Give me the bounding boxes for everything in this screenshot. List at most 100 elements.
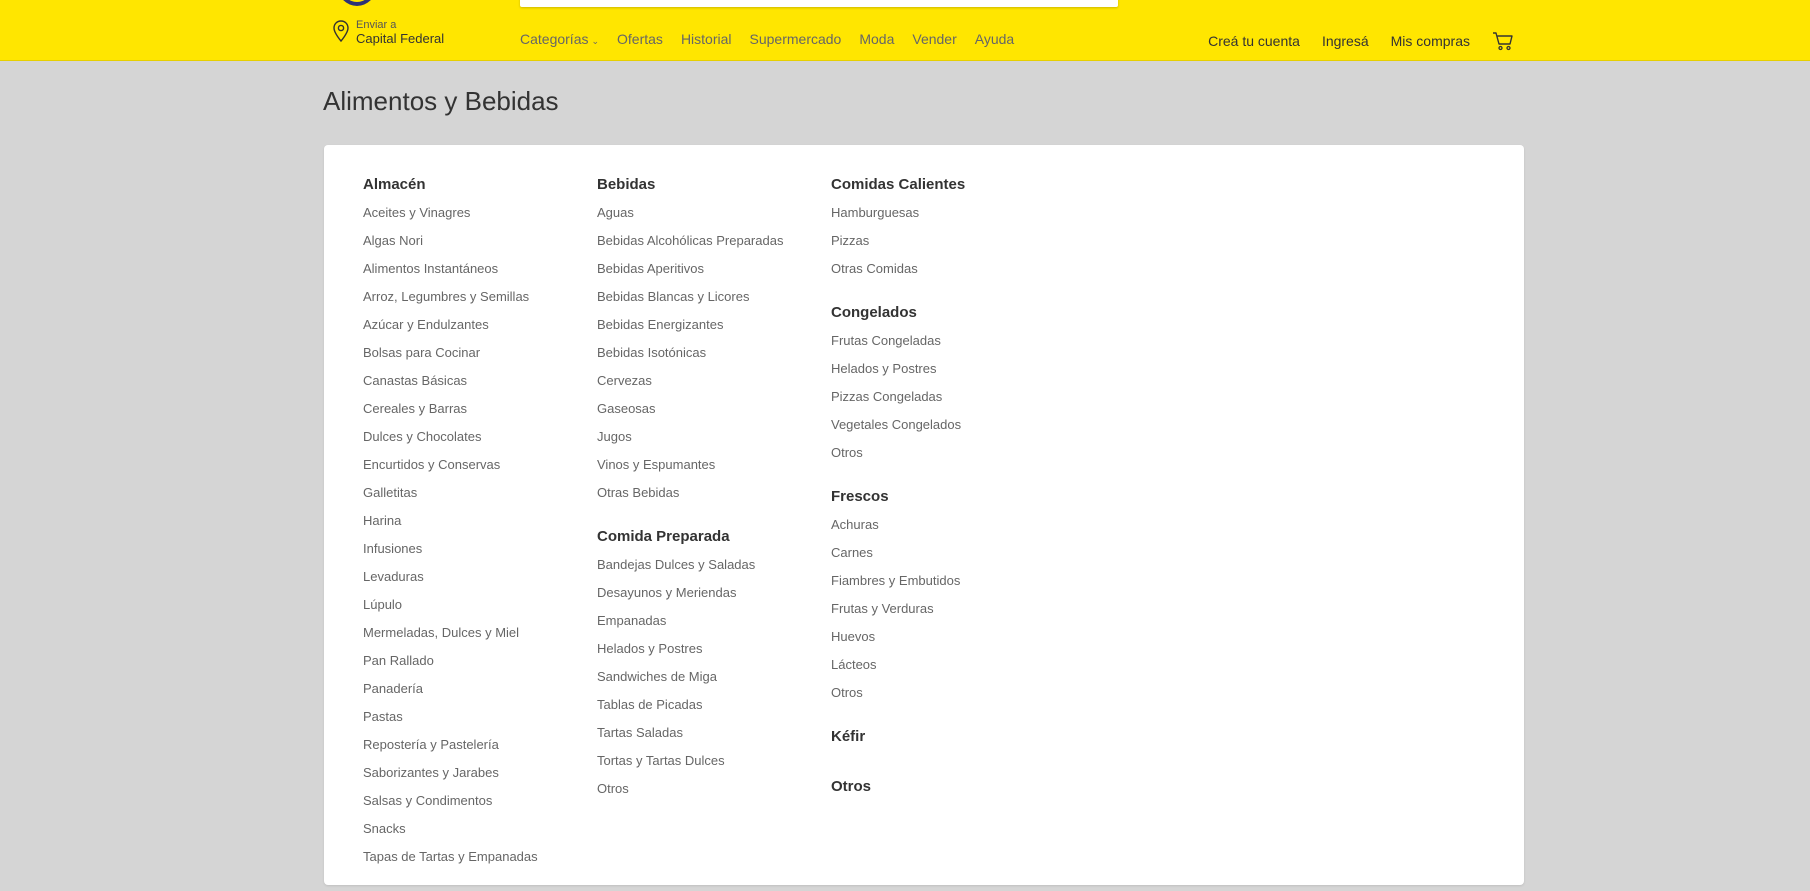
subcategory-link[interactable]: Algas Nori	[363, 233, 538, 261]
nav-ayuda[interactable]: Ayuda	[975, 31, 1014, 47]
category-heading[interactable]: Comida Preparada	[597, 527, 783, 555]
subcategory-link[interactable]: Pan Rallado	[363, 653, 538, 681]
subcategory-link[interactable]: Bolsas para Cocinar	[363, 345, 538, 373]
nav-ofertas[interactable]: Ofertas	[617, 31, 663, 47]
category-group-kefir: Kéfir	[831, 727, 965, 755]
subcategory-link[interactable]: Azúcar y Endulzantes	[363, 317, 538, 345]
categories-panel: Almacén Aceites y Vinagres Algas Nori Alime…	[324, 145, 1524, 885]
subcategory-link[interactable]: Bebidas Alcohólicas Preparadas	[597, 233, 783, 261]
subcategory-link[interactable]: Sandwiches de Miga	[597, 669, 783, 697]
page-title: Alimentos y Bebidas	[323, 86, 559, 116]
nav-label: Ayuda	[974, 31, 1015, 47]
subcategory-link[interactable]: Carnes	[831, 545, 965, 573]
subcategory-link[interactable]: Jugos	[597, 429, 783, 457]
chevron-down-icon: ⌄	[591, 36, 600, 46]
subcategory-link[interactable]: Salsas y Condimentos	[363, 793, 538, 821]
subcategory-link[interactable]: Vegetales Congelados	[831, 417, 965, 445]
subcategory-link[interactable]: Frutas Congeladas	[831, 333, 965, 361]
category-heading[interactable]: Almacén	[363, 175, 538, 203]
nav-categorias[interactable]: Categorías ⌄	[520, 31, 599, 47]
subcategory-link[interactable]: Cereales y Barras	[363, 401, 538, 429]
subcategory-link[interactable]: Empanadas	[597, 613, 783, 641]
subcategory-link[interactable]: Bebidas Blancas y Licores	[597, 289, 783, 317]
subcategory-link[interactable]: Achuras	[831, 517, 965, 545]
category-group-bebidas: Bebidas Aguas Bebidas Alcohólicas Preparad…	[597, 175, 783, 513]
subcategory-link[interactable]: Huevos	[831, 629, 965, 657]
subcategory-link[interactable]: Levaduras	[363, 569, 538, 597]
subcategory-link[interactable]: Otros	[597, 781, 783, 809]
nav-vender[interactable]: Vender	[912, 31, 956, 47]
subcategory-link[interactable]: Pizzas Congeladas	[831, 389, 965, 417]
nav-label: Historial	[680, 31, 732, 47]
subcategory-link[interactable]: Lúpulo	[363, 597, 538, 625]
category-heading[interactable]: Frescos	[831, 487, 965, 515]
subcategory-link[interactable]: Otras Bebidas	[597, 485, 783, 513]
subcategory-link[interactable]: Arroz, Legumbres y Semillas	[363, 289, 538, 317]
login-link[interactable]: Ingresá	[1322, 33, 1369, 49]
subcategory-link[interactable]: Fiambres y Embutidos	[831, 573, 965, 601]
subcategory-link[interactable]: Otros	[831, 685, 965, 713]
subcategory-link[interactable]: Otros	[831, 445, 965, 473]
category-heading[interactable]: Congelados	[831, 303, 965, 331]
subcategory-link[interactable]: Snacks	[363, 821, 538, 849]
subcategory-link[interactable]: Gaseosas	[597, 401, 783, 429]
main-nav: Categorías ⌄ Ofertas Historial Supermercado M…	[520, 31, 1014, 47]
subcategory-link[interactable]: Dulces y Chocolates	[363, 429, 538, 457]
nav-moda[interactable]: Moda	[859, 31, 894, 47]
subcategory-link[interactable]: Frutas y Verduras	[831, 601, 965, 629]
subcategory-link[interactable]: Helados y Postres	[831, 361, 965, 389]
subcategory-link[interactable]: Bandejas Dulces y Saladas	[597, 557, 783, 585]
subcategory-link[interactable]: Infusiones	[363, 541, 538, 569]
subcategory-link[interactable]: Alimentos Instantáneos	[363, 261, 538, 289]
subcategory-link[interactable]: Otras Comidas	[831, 261, 965, 289]
category-heading[interactable]: Comidas Calientes	[831, 175, 965, 203]
nav-supermercado[interactable]: Supermercado	[750, 31, 842, 47]
subcategory-link[interactable]: Tapas de Tartas y Empanadas	[363, 849, 538, 877]
subcategory-link[interactable]: Helados y Postres	[597, 641, 783, 669]
subcategory-link[interactable]: Harina	[363, 513, 538, 541]
shipping-location[interactable]: Enviar a Capital Federal	[332, 18, 444, 46]
category-group-otros: Otros	[831, 777, 965, 805]
category-group-comidas-calientes: Comidas Calientes Hamburguesas Pizzas Otras…	[831, 175, 965, 289]
subcategory-link[interactable]: Desayunos y Meriendas	[597, 585, 783, 613]
subcategory-link[interactable]: Aceites y Vinagres	[363, 205, 538, 233]
nav-label: Ofertas	[617, 31, 663, 47]
subcategory-link[interactable]: Panadería	[363, 681, 538, 709]
create-account-link[interactable]: Creá tu cuenta	[1208, 33, 1300, 49]
my-purchases-link[interactable]: Mis compras	[1391, 33, 1470, 49]
subcategory-link[interactable]: Hamburguesas	[831, 205, 965, 233]
subcategory-link[interactable]: Cervezas	[597, 373, 783, 401]
nav-label: Moda	[859, 31, 895, 47]
subcategory-link[interactable]: Lácteos	[831, 657, 965, 685]
location-pin-icon	[333, 20, 349, 43]
category-heading[interactable]: Otros	[831, 777, 965, 805]
subcategory-link[interactable]: Bebidas Aperitivos	[597, 261, 783, 289]
subcategory-link[interactable]: Saborizantes y Jarabes	[363, 765, 538, 793]
subcategory-link[interactable]: Aguas	[597, 205, 783, 233]
subcategory-link[interactable]: Bebidas Isotónicas	[597, 345, 783, 373]
category-group-comida-preparada: Comida Preparada Bandejas Dulces y Salada…	[597, 527, 783, 809]
subcategory-link[interactable]: Encurtidos y Conservas	[363, 457, 538, 485]
cart-icon[interactable]	[1492, 31, 1514, 51]
category-group-frescos: Frescos Achuras Carnes Fiambres y Embutidos…	[831, 487, 965, 713]
category-heading[interactable]: Bebidas	[597, 175, 783, 203]
search-input[interactable]	[520, 0, 1118, 7]
subcategory-link[interactable]: Tortas y Tartas Dulces	[597, 753, 783, 781]
subcategory-link[interactable]: Repostería y Pastelería	[363, 737, 538, 765]
category-heading[interactable]: Kéfir	[831, 727, 965, 755]
subcategory-link[interactable]: Tablas de Picadas	[597, 697, 783, 725]
subcategory-link[interactable]: Bebidas Energizantes	[597, 317, 783, 345]
subcategory-link[interactable]: Tartas Saladas	[597, 725, 783, 753]
logo[interactable]	[338, 0, 376, 6]
location-value: Capital Federal	[356, 31, 445, 46]
nav-historial[interactable]: Historial	[681, 31, 732, 47]
subcategory-link[interactable]: Canastas Básicas	[363, 373, 538, 401]
subcategory-link[interactable]: Pizzas	[831, 233, 965, 261]
subcategory-link[interactable]: Galletitas	[363, 485, 538, 513]
category-group-almacen: Almacén Aceites y Vinagres Algas Nori Alime…	[363, 175, 538, 877]
category-column-2: Bebidas Aguas Bebidas Alcohólicas Preparad…	[597, 175, 783, 823]
subcategory-link[interactable]: Vinos y Espumantes	[597, 457, 783, 485]
location-label: Enviar a	[356, 19, 397, 31]
subcategory-link[interactable]: Pastas	[363, 709, 538, 737]
subcategory-link[interactable]: Mermeladas, Dulces y Miel	[363, 625, 538, 653]
